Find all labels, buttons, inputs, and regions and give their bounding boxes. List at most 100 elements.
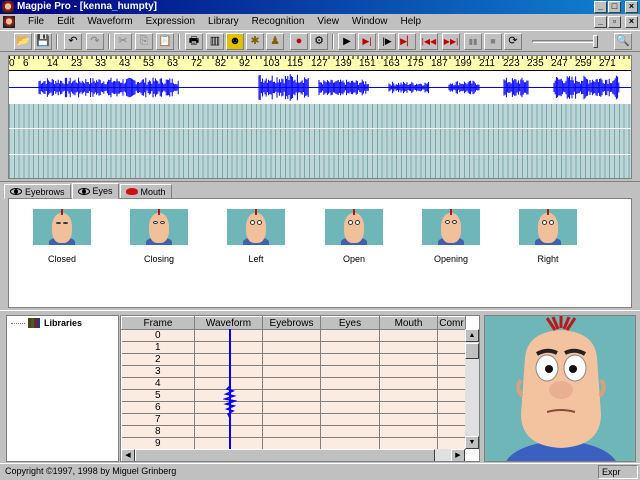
menu-edit[interactable]: Edit (57, 16, 74, 28)
eyes-cell[interactable] (320, 389, 380, 402)
frame-cell[interactable]: 4 (121, 377, 195, 390)
menu-help[interactable]: Help (401, 16, 422, 28)
library-icon[interactable]: ✱ (246, 33, 264, 50)
timeline-panel[interactable]: 0 6 14 23 33 43 53 63 72 82 92 103 115 127 139 151 163 1… (8, 55, 632, 179)
frame-cell[interactable]: 0 (121, 329, 195, 342)
loop-icon[interactable]: ⟳ (504, 33, 522, 50)
column-header-mouth[interactable]: Mouth (379, 316, 438, 330)
person-icon[interactable]: ♟ (266, 33, 284, 50)
stop-icon[interactable]: ■ (484, 33, 502, 50)
zoom-icon[interactable]: 🔍 (614, 33, 632, 50)
column-header-comments[interactable]: Comr (437, 316, 466, 330)
eyes-cell[interactable] (320, 413, 380, 426)
menu-waveform[interactable]: Waveform (87, 16, 132, 28)
mouth-cell[interactable] (379, 377, 438, 390)
eyebrows-cell[interactable] (262, 401, 321, 414)
document-icon[interactable] (3, 16, 15, 28)
eyebrows-cell[interactable] (262, 389, 321, 402)
frame-cell[interactable]: 3 (121, 365, 195, 378)
tab-eyes[interactable]: Eyes (71, 183, 119, 199)
menu-window[interactable]: Window (352, 16, 388, 28)
mouth-cell[interactable] (379, 389, 438, 402)
menu-expression[interactable]: Expression (146, 16, 195, 28)
play-selection-icon[interactable]: ▶| (358, 33, 376, 50)
tree-item-libraries[interactable]: Libraries (11, 318, 84, 328)
menu-recognition[interactable]: Recognition (252, 16, 305, 28)
table-row[interactable]: 9 (121, 437, 466, 450)
volume-slider[interactable] (532, 35, 598, 48)
doc-restore-button[interactable]: ▫ (608, 16, 621, 28)
mouth-cell[interactable] (379, 425, 438, 438)
maximize-button[interactable]: □ (608, 1, 621, 13)
column-header-eyes[interactable]: Eyes (320, 316, 380, 330)
tab-eyebrows[interactable]: Eyebrows (4, 184, 71, 199)
expression-closing[interactable]: Closing (124, 209, 194, 264)
cut-icon[interactable]: ✂ (114, 33, 132, 50)
table-row[interactable]: 0 (121, 329, 466, 342)
eyebrows-cell[interactable] (262, 437, 321, 450)
frames-icon[interactable]: ▥ (206, 33, 224, 50)
volume-slider-thumb[interactable] (593, 35, 598, 48)
scroll-up-button[interactable]: ▲ (465, 329, 479, 342)
table-row[interactable]: 6 (121, 401, 466, 414)
frame-cell[interactable]: 8 (121, 425, 195, 438)
column-header-waveform[interactable]: Waveform (194, 316, 263, 330)
expression-closed[interactable]: Closed (27, 209, 97, 264)
recognize-icon[interactable]: ⚙ (310, 33, 328, 50)
eyes-cell[interactable] (320, 401, 380, 414)
comments-cell[interactable] (437, 365, 466, 378)
table-row[interactable]: 7 (121, 413, 466, 426)
waveform-track[interactable] (9, 71, 631, 104)
table-row[interactable]: 1 (121, 341, 466, 354)
comments-cell[interactable] (437, 341, 466, 354)
eyebrows-cell[interactable] (262, 365, 321, 378)
expression-left[interactable]: Left (221, 209, 291, 264)
comments-cell[interactable] (437, 401, 466, 414)
mouth-cell[interactable] (379, 437, 438, 450)
pause-icon[interactable]: ▮▮ (464, 33, 482, 50)
eyes-cell[interactable] (320, 425, 380, 438)
frame-cell[interactable]: 6 (121, 401, 195, 414)
comments-cell[interactable] (437, 425, 466, 438)
rewind-icon[interactable]: |◀◀ (420, 33, 438, 50)
comments-cell[interactable] (437, 353, 466, 366)
comments-cell[interactable] (437, 377, 466, 390)
table-row[interactable]: 4 (121, 377, 466, 390)
app-icon[interactable] (2, 1, 14, 13)
frame-cell[interactable]: 2 (121, 353, 195, 366)
table-row[interactable]: 8 (121, 425, 466, 438)
redo-icon[interactable]: ↷ (86, 33, 104, 50)
save-icon[interactable]: 💾 (34, 33, 52, 50)
play-from-icon[interactable]: ▶▏ (398, 33, 416, 50)
frame-cell[interactable]: 7 (121, 413, 195, 426)
minimize-button[interactable]: _ (594, 1, 607, 13)
scroll-thumb[interactable] (135, 449, 435, 461)
menu-library[interactable]: Library (208, 16, 239, 28)
expression-icon[interactable]: ☻ (226, 33, 244, 50)
eyes-cell[interactable] (320, 437, 380, 450)
doc-minimize-button[interactable]: _ (594, 16, 607, 28)
tab-mouth[interactable]: Mouth (119, 184, 172, 199)
eyes-cell[interactable] (320, 365, 380, 378)
mouth-cell[interactable] (379, 341, 438, 354)
eyes-cell[interactable] (320, 377, 380, 390)
frame-cell[interactable]: 1 (121, 341, 195, 354)
table-row[interactable]: 2 (121, 353, 466, 366)
comments-cell[interactable] (437, 413, 466, 426)
frame-ruler[interactable]: 0 6 14 23 33 43 53 63 72 82 92 103 115 127 139 151 163 1… (9, 56, 631, 71)
comments-cell[interactable] (437, 389, 466, 402)
frame-cell[interactable]: 9 (121, 437, 195, 450)
mouth-cell[interactable] (379, 413, 438, 426)
undo-icon[interactable]: ↶ (64, 33, 82, 50)
print-icon[interactable]: 🖶 (185, 33, 203, 50)
eyebrows-cell[interactable] (262, 377, 321, 390)
eyebrows-cell[interactable] (262, 425, 321, 438)
eyebrows-cell[interactable] (262, 413, 321, 426)
eyebrows-cell[interactable] (262, 353, 321, 366)
mouth-cell[interactable] (379, 353, 438, 366)
mouth-cell[interactable] (379, 365, 438, 378)
eyes-cell[interactable] (320, 353, 380, 366)
open-icon[interactable]: 📂 (14, 33, 32, 50)
vertical-scrollbar[interactable]: ▲ ▼ (465, 329, 479, 449)
menu-file[interactable]: File (28, 16, 44, 28)
